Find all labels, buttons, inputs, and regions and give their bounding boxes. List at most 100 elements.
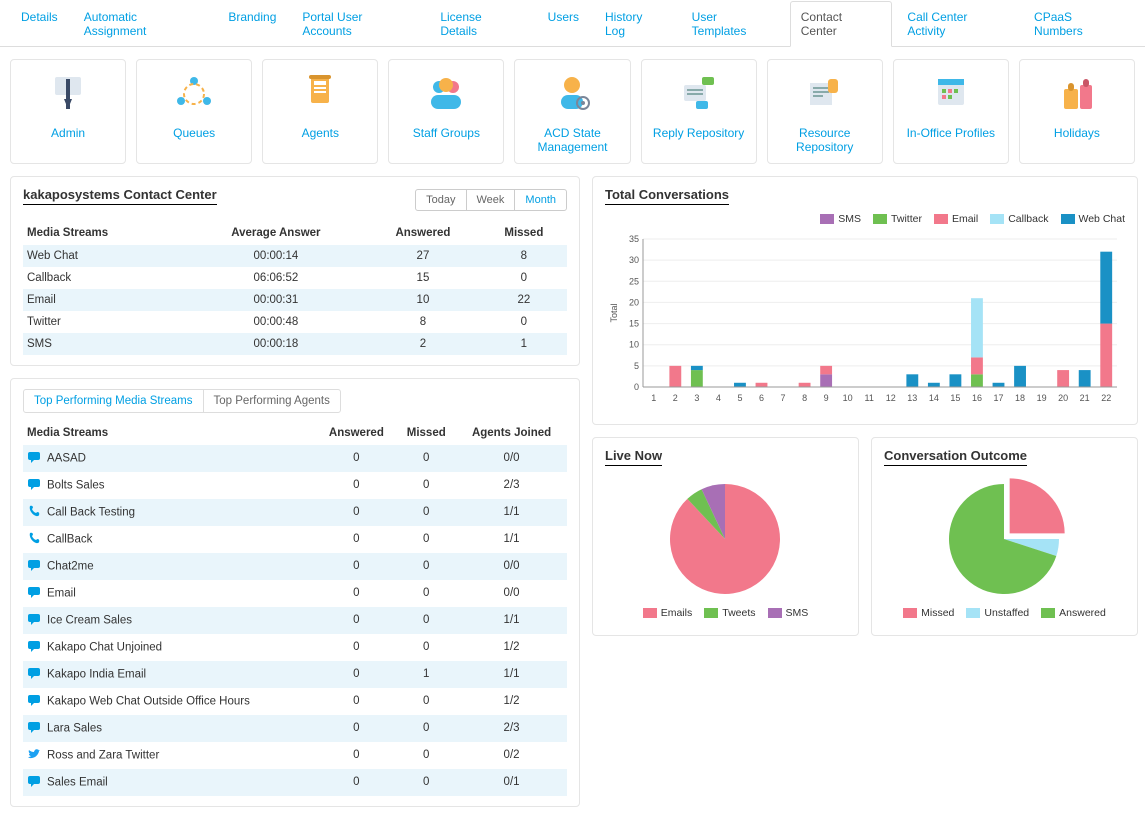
twitter-icon (27, 747, 41, 764)
subtab-1[interactable]: Top Performing Agents (203, 390, 340, 412)
table-row[interactable]: CallBack001/1 (23, 526, 567, 553)
admin-icon (15, 70, 121, 118)
card-staff-groups[interactable]: Staff Groups (388, 59, 504, 164)
performance-table: Media StreamsAnsweredMissedAgents Joined… (23, 421, 567, 796)
live-now-chart (605, 474, 845, 604)
section-cards: Admin Queues Agents Staff Groups ACD State M… (0, 47, 1145, 176)
tab-automatic-assignment[interactable]: Automatic Assignment (73, 1, 214, 47)
svg-text:5: 5 (737, 393, 742, 403)
total-conversations-legend: SMSTwitterEmailCallbackWeb Chat (605, 213, 1125, 225)
table-row[interactable]: Web Chat00:00:14278 (23, 245, 567, 267)
card-label: Queues (141, 126, 247, 140)
tab-users[interactable]: Users (537, 1, 590, 47)
table-row[interactable]: SMS00:00:1821 (23, 333, 567, 355)
table-row[interactable]: Email000/0 (23, 580, 567, 607)
card-agents[interactable]: Agents (262, 59, 378, 164)
card-label: ACD State Management (519, 126, 625, 155)
svg-text:30: 30 (629, 255, 639, 265)
card-label: Resource Repository (772, 126, 878, 155)
svg-text:6: 6 (759, 393, 764, 403)
card-label: Staff Groups (393, 126, 499, 140)
range-month[interactable]: Month (514, 190, 566, 210)
col-header: Agents Joined (456, 421, 567, 445)
table-row[interactable]: Bolts Sales002/3 (23, 472, 567, 499)
outcome-panel: Conversation Outcome MissedUnstaffedAnsw… (871, 437, 1138, 636)
svg-text:Total: Total (609, 303, 619, 322)
table-row[interactable]: Email00:00:311022 (23, 289, 567, 311)
live-now-panel: Live Now EmailsTweetsSMS (592, 437, 859, 636)
table-row[interactable]: Sales Email000/1 (23, 769, 567, 796)
range-week[interactable]: Week (466, 190, 515, 210)
outcome-title: Conversation Outcome (884, 448, 1027, 466)
svg-text:13: 13 (907, 393, 917, 403)
table-row[interactable]: Kakapo Web Chat Outside Office Hours001/… (23, 688, 567, 715)
chat-icon (27, 693, 41, 710)
tab-user-templates[interactable]: User Templates (681, 1, 786, 47)
svg-text:17: 17 (993, 393, 1003, 403)
subtab-0[interactable]: Top Performing Media Streams (24, 390, 203, 412)
tab-license-details[interactable]: License Details (429, 1, 532, 47)
acd-icon (519, 70, 625, 118)
card-label: Reply Repository (646, 126, 752, 140)
table-row[interactable]: AASAD000/0 (23, 445, 567, 472)
card-label: Holidays (1024, 126, 1130, 140)
svg-text:10: 10 (629, 339, 639, 349)
table-row[interactable]: Kakapo Chat Unjoined001/2 (23, 634, 567, 661)
performance-subtabs: Top Performing Media StreamsTop Performi… (23, 389, 341, 413)
svg-text:22: 22 (1101, 393, 1111, 403)
svg-text:1: 1 (651, 393, 656, 403)
chat-icon (27, 639, 41, 656)
card-reply-repo[interactable]: Reply Repository (641, 59, 757, 164)
resource-repo-icon (772, 70, 878, 118)
legend-item: Tweets (704, 607, 755, 619)
range-today[interactable]: Today (416, 190, 465, 210)
col-header: Missed (396, 421, 456, 445)
chat-icon (27, 477, 41, 494)
tab-call-center-activity[interactable]: Call Center Activity (896, 1, 1019, 47)
table-row[interactable]: Chat2me000/0 (23, 553, 567, 580)
svg-text:21: 21 (1080, 393, 1090, 403)
svg-text:18: 18 (1015, 393, 1025, 403)
table-row[interactable]: Call Back Testing001/1 (23, 499, 567, 526)
chat-icon (27, 720, 41, 737)
svg-text:0: 0 (634, 382, 639, 392)
card-resource-repo[interactable]: Resource Repository (767, 59, 883, 164)
card-admin[interactable]: Admin (10, 59, 126, 164)
card-holidays[interactable]: Holidays (1019, 59, 1135, 164)
card-label: In-Office Profiles (898, 126, 1004, 140)
table-row[interactable]: Twitter00:00:4880 (23, 311, 567, 333)
tab-branding[interactable]: Branding (217, 1, 287, 47)
legend-item: Web Chat (1061, 213, 1126, 225)
table-row[interactable]: Callback06:06:52150 (23, 267, 567, 289)
table-row[interactable]: Ice Cream Sales001/1 (23, 607, 567, 634)
table-row[interactable]: Lara Sales002/3 (23, 715, 567, 742)
tab-details[interactable]: Details (10, 1, 69, 47)
table-row[interactable]: Kakapo India Email011/1 (23, 661, 567, 688)
col-header: Answered (365, 221, 481, 245)
svg-text:8: 8 (802, 393, 807, 403)
total-conversations-title: Total Conversations (605, 187, 729, 205)
total-conversations-panel: Total Conversations SMSTwitterEmailCallb… (592, 176, 1138, 425)
card-acd[interactable]: ACD State Management (514, 59, 630, 164)
svg-text:16: 16 (972, 393, 982, 403)
card-profiles[interactable]: In-Office Profiles (893, 59, 1009, 164)
card-label: Agents (267, 126, 373, 140)
tab-portal-user-accounts[interactable]: Portal User Accounts (291, 1, 425, 47)
tab-contact-center[interactable]: Contact Center (790, 1, 893, 47)
tab-cpaas-numbers[interactable]: CPaaS Numbers (1023, 1, 1135, 47)
svg-text:12: 12 (886, 393, 896, 403)
card-queues[interactable]: Queues (136, 59, 252, 164)
col-header: Media Streams (23, 421, 316, 445)
legend-item: Answered (1041, 607, 1106, 619)
phone-icon (27, 531, 41, 548)
legend-item: Emails (643, 607, 693, 619)
phone-icon (27, 504, 41, 521)
card-label: Admin (15, 126, 121, 140)
performance-panel: Top Performing Media StreamsTop Performi… (10, 378, 580, 807)
svg-text:15: 15 (629, 318, 639, 328)
tab-history-log[interactable]: History Log (594, 1, 677, 47)
table-row[interactable]: Ross and Zara Twitter000/2 (23, 742, 567, 769)
legend-item: Twitter (873, 213, 922, 225)
svg-text:20: 20 (1058, 393, 1068, 403)
summary-title: kakaposystems Contact Center (23, 187, 217, 205)
